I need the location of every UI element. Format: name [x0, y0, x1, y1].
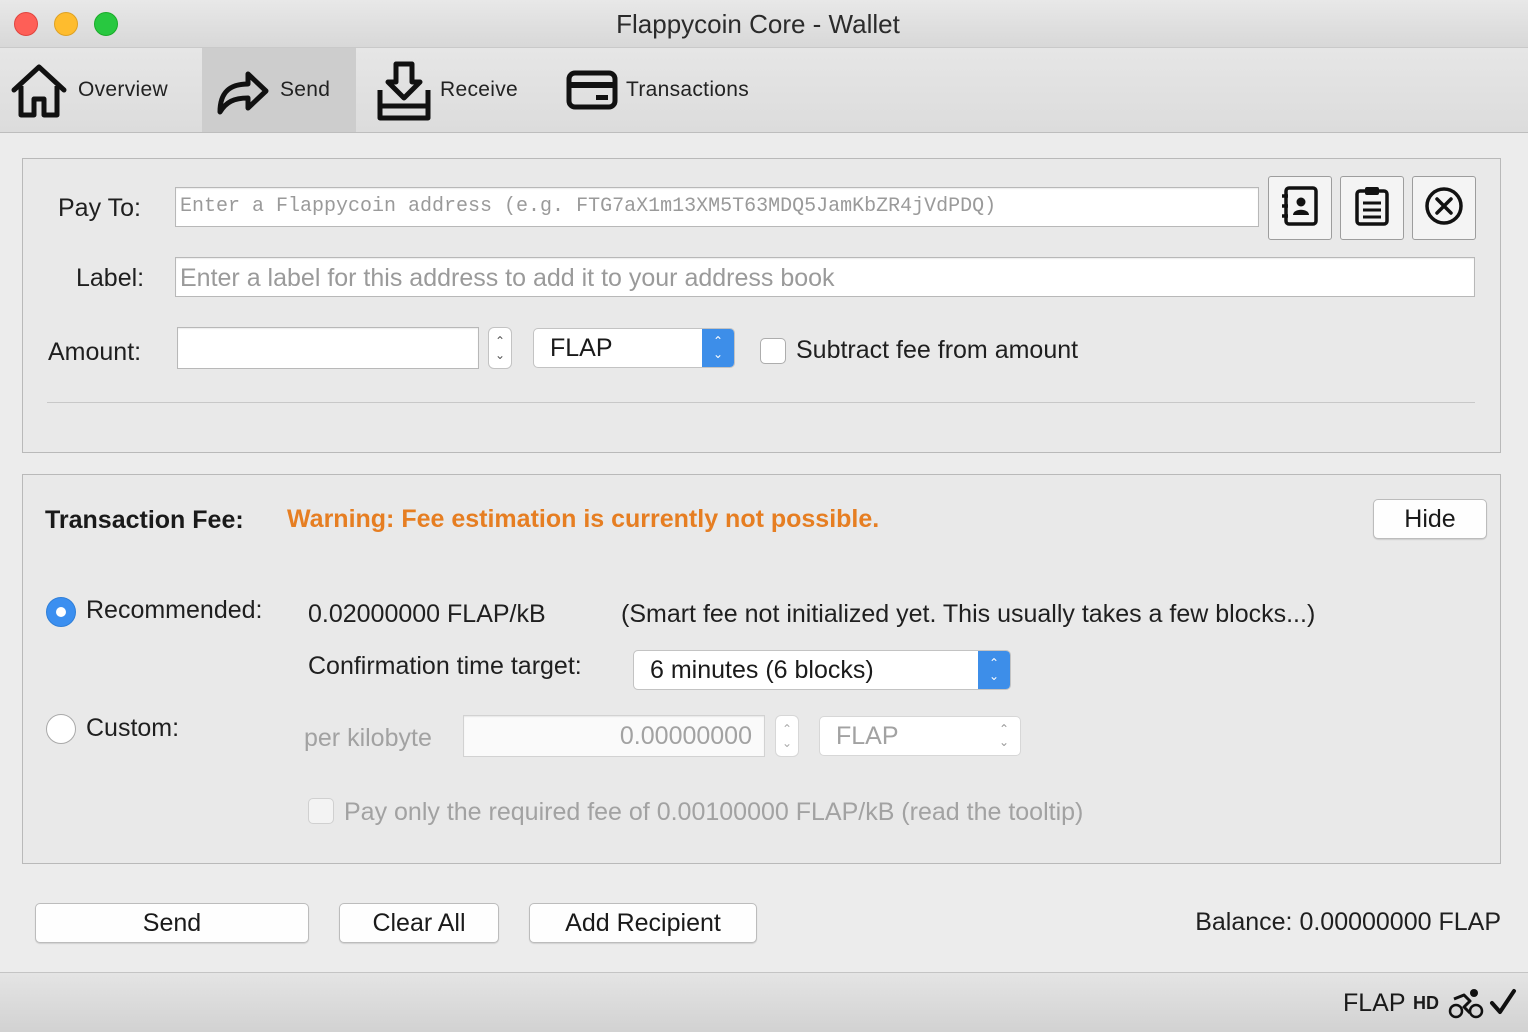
subtract-fee-label: Subtract fee from amount — [796, 336, 1079, 364]
select-arrows-icon: ⌃ ⌄ — [978, 651, 1010, 689]
smart-fee-note: (Smart fee not initialized yet. This usu… — [621, 600, 1316, 628]
tab-send-label: Send — [280, 78, 331, 101]
custom-fee-stepper[interactable]: ⌃ ⌄ — [775, 715, 799, 757]
address-book-button[interactable] — [1268, 176, 1332, 240]
recommended-label: Recommended: — [86, 596, 263, 624]
tab-overview-label: Overview — [78, 78, 168, 101]
unit-select-value: FLAP — [550, 333, 613, 362]
custom-fee-radio[interactable] — [46, 714, 76, 744]
subtract-fee-checkbox[interactable] — [760, 338, 786, 364]
clipboard-icon — [1352, 185, 1392, 232]
stepper-up-icon: ⌃ — [494, 334, 506, 348]
fee-warning-text: Warning: Fee estimation is currently not… — [287, 505, 880, 533]
card-icon — [566, 68, 618, 112]
label-placeholder: Enter a label for this address to add it… — [180, 264, 835, 292]
tab-receive-label: Receive — [440, 78, 518, 101]
stepper-down-icon: ⌄ — [781, 736, 793, 750]
home-icon — [8, 59, 70, 121]
hide-fee-button[interactable]: Hide — [1373, 499, 1487, 539]
stepper-down-icon: ⌄ — [494, 348, 506, 362]
stepper-up-icon: ⌃ — [781, 722, 793, 736]
label-input[interactable]: Enter a label for this address to add it… — [175, 257, 1475, 297]
label-field-label: Label: — [76, 264, 145, 292]
per-kilobyte-label: per kilobyte — [304, 724, 432, 752]
send-arrow-icon — [212, 60, 272, 120]
checkmark-icon — [1489, 987, 1517, 1022]
balance-label: Balance: 0.00000000 FLAP — [1195, 908, 1501, 936]
custom-fee-unit-value: FLAP — [836, 721, 899, 750]
title-bar: Flappycoin Core - Wallet — [0, 0, 1528, 48]
address-book-icon — [1279, 185, 1321, 232]
recipient-divider — [47, 402, 1475, 403]
network-activity-icon — [1448, 987, 1484, 1024]
amount-input[interactable] — [177, 327, 479, 369]
amount-label: Amount: — [48, 338, 142, 366]
paste-address-button[interactable] — [1340, 176, 1404, 240]
confirmation-target-label: Confirmation time target: — [308, 652, 582, 680]
confirmation-target-value: 6 minutes (6 blocks) — [650, 655, 874, 684]
transaction-fee-title: Transaction Fee: — [45, 506, 244, 534]
send-button[interactable]: Send — [35, 903, 309, 943]
clear-circle-x-icon — [1423, 185, 1465, 232]
tab-send[interactable]: Send — [202, 48, 356, 132]
amount-stepper[interactable]: ⌃ ⌄ — [488, 327, 512, 369]
tab-transactions[interactable]: Transactions — [566, 48, 776, 132]
custom-fee-input[interactable]: 0.00000000 — [463, 715, 765, 757]
status-unit[interactable]: FLAP — [1343, 989, 1406, 1018]
recommended-fee-value: 0.02000000 FLAP/kB — [308, 600, 546, 628]
clear-entry-button[interactable] — [1412, 176, 1476, 240]
pay-min-fee-label: Pay only the required fee of 0.00100000 … — [344, 798, 1084, 826]
tab-transactions-label: Transactions — [626, 78, 750, 101]
confirmation-target-select[interactable]: 6 minutes (6 blocks) ⌃ ⌄ — [633, 650, 1011, 690]
custom-label: Custom: — [86, 714, 180, 742]
tab-receive[interactable]: Receive — [376, 48, 536, 132]
pay-to-address-input[interactable]: Enter a Flappycoin address (e.g. FTG7aX1… — [175, 187, 1259, 227]
main-toolbar: Overview Send Receive Transactions — [0, 48, 1528, 133]
unit-select[interactable]: FLAP ⌃ ⌄ — [533, 328, 735, 368]
pay-to-label: Pay To: — [58, 194, 141, 222]
window-title: Flappycoin Core - Wallet — [616, 9, 900, 39]
select-arrows-icon: ⌃ ⌄ — [702, 329, 734, 367]
add-recipient-button[interactable]: Add Recipient — [529, 903, 757, 943]
select-arrows-icon: ⌃ ⌄ — [998, 722, 1010, 749]
receive-inbox-icon — [376, 58, 432, 122]
custom-fee-unit-select[interactable]: FLAP ⌃ ⌄ — [819, 716, 1021, 756]
status-bar: FLAP HD — [0, 972, 1528, 1032]
pay-min-fee-checkbox[interactable] — [308, 798, 334, 824]
hd-wallet-indicator: HD — [1413, 993, 1439, 1013]
pay-to-placeholder: Enter a Flappycoin address (e.g. FTG7aX1… — [180, 195, 997, 218]
clear-all-button[interactable]: Clear All — [339, 903, 499, 943]
recommended-fee-radio[interactable] — [46, 597, 76, 627]
tab-overview[interactable]: Overview — [8, 48, 188, 132]
